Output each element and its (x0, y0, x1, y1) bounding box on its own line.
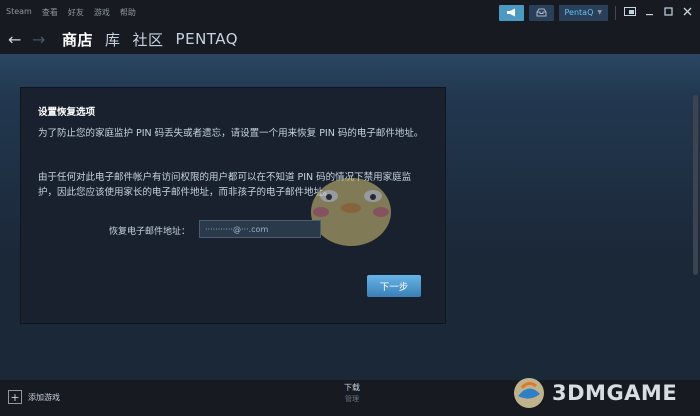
divider (615, 5, 616, 20)
watermark-logo-icon (514, 378, 544, 408)
inbox-icon (536, 8, 546, 17)
add-game-button[interactable]: + 添加游戏 (8, 390, 60, 404)
account-menu-button[interactable]: PentaQ ▼ (558, 4, 608, 21)
recovery-options-dialog: 设置恢复选项 为了防止您的家庭监护 PIN 码丢失或者遗忘，请设置一个用来恢复 … (20, 87, 446, 324)
broadcast-button[interactable] (498, 4, 524, 21)
account-name: PentaQ (564, 8, 594, 17)
maximize-button[interactable] (661, 6, 675, 19)
plus-icon: + (8, 390, 22, 404)
maximize-icon (663, 6, 673, 16)
titlebar-controls: PentaQ ▼ (498, 4, 695, 21)
menu-view[interactable]: 查看 (42, 7, 58, 18)
menu-steam[interactable]: Steam (6, 7, 32, 18)
scrollbar[interactable] (693, 95, 698, 275)
next-button[interactable]: 下一步 (367, 275, 421, 297)
minimize-icon (645, 13, 653, 15)
add-game-label: 添加游戏 (28, 392, 60, 402)
nav-store[interactable]: 商店 (62, 29, 93, 50)
notifications-button[interactable] (528, 4, 554, 21)
forward-arrow-icon[interactable]: → (32, 30, 56, 49)
downloads-manage-label: 管理 (345, 395, 359, 403)
watermark-text: 3DMGAME (552, 381, 678, 405)
dialog-description-1: 为了防止您的家庭监护 PIN 码丢失或者遗忘，请设置一个用来恢复 PIN 码的电… (38, 128, 424, 139)
mascot-watermark-icon (311, 178, 391, 246)
big-picture-icon (624, 6, 636, 16)
downloads-label: 下载 (344, 383, 360, 392)
nav-tabs: 商店 库 社区 PENTAQ (62, 29, 238, 50)
megaphone-icon (506, 8, 515, 17)
title-bar: Steam 查看 好友 游戏 帮助 PentaQ ▼ (0, 0, 700, 24)
chevron-down-icon: ▼ (597, 9, 602, 16)
navigation-bar: ← → 商店 库 社区 PENTAQ (0, 24, 700, 54)
nav-profile[interactable]: PENTAQ (176, 30, 239, 48)
downloads-button[interactable]: 下载 管理 (332, 382, 372, 404)
main-menu: Steam 查看 好友 游戏 帮助 (6, 7, 136, 18)
close-button[interactable] (680, 7, 694, 19)
nav-community[interactable]: 社区 (133, 29, 164, 50)
menu-games[interactable]: 游戏 (94, 7, 110, 18)
menu-friends[interactable]: 好友 (68, 7, 84, 18)
recovery-email-input[interactable] (199, 220, 321, 238)
back-arrow-icon[interactable]: ← (8, 30, 32, 49)
nav-library[interactable]: 库 (105, 29, 121, 50)
site-watermark: 3DMGAME (510, 370, 700, 416)
close-icon (683, 7, 691, 15)
menu-help[interactable]: 帮助 (120, 7, 136, 18)
dialog-title: 设置恢复选项 (38, 107, 96, 118)
big-picture-button[interactable] (623, 6, 637, 19)
minimize-button[interactable] (642, 7, 656, 19)
email-label: 恢复电子邮件地址： (109, 227, 191, 237)
